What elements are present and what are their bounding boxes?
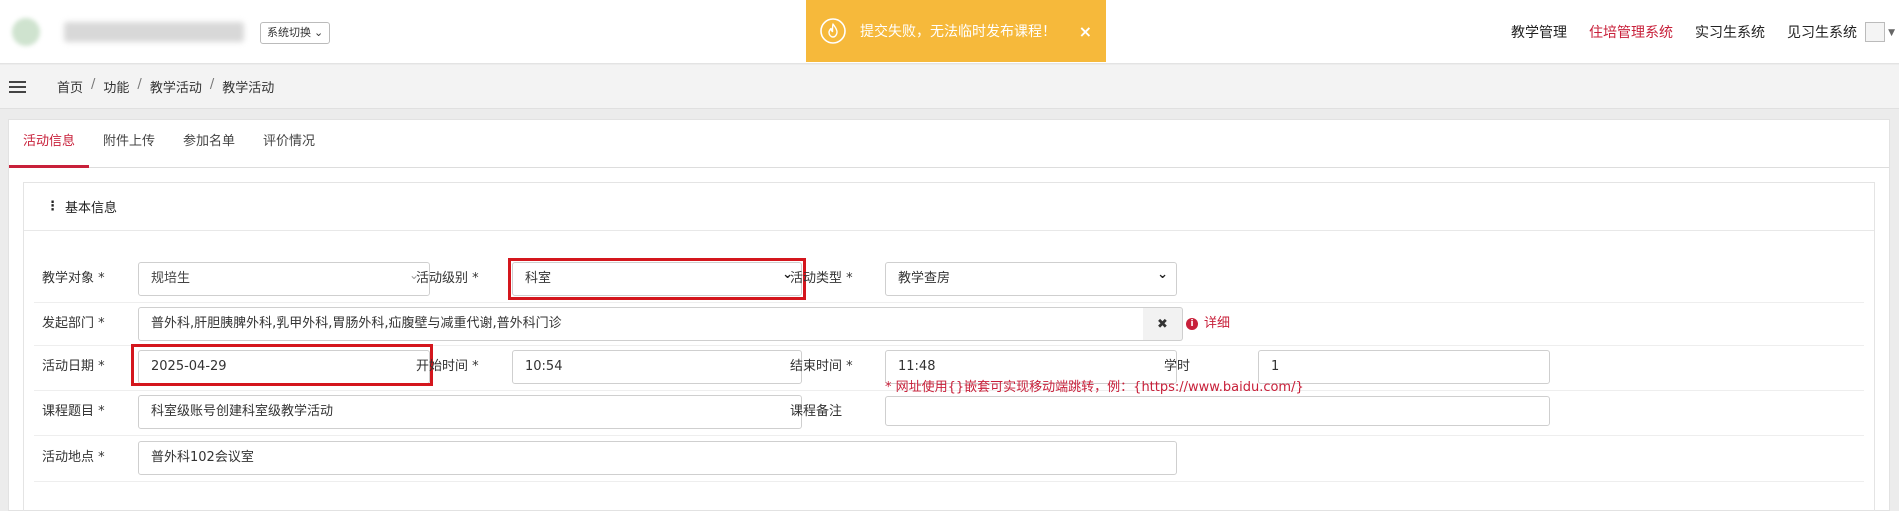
- logo-icon: [12, 18, 40, 46]
- row-divider: [34, 435, 1864, 436]
- row-divider: [34, 345, 1864, 346]
- course-note-label: 课程备注: [790, 404, 843, 419]
- top-nav: 教学管理 住培管理系统 实习生系统 见习生系统: [1511, 0, 1857, 64]
- breadcrumb-teaching-activity[interactable]: 教学活动: [150, 77, 202, 96]
- teaching-target-select[interactable]: 规培生: [138, 262, 430, 296]
- system-switch-label: 系统切换: [267, 26, 311, 39]
- main-panel: 活动信息 附件上传 参加名单 评价情况 ⋮ 基本信息 教学对象 * 规培生 活动…: [8, 119, 1890, 511]
- activity-level-label: 活动级别 *: [416, 271, 479, 286]
- tab-attachment-upload[interactable]: 附件上传: [89, 120, 169, 168]
- activity-date-field[interactable]: 2025-04-29: [138, 350, 430, 384]
- department-field[interactable]: 普外科,肝胆胰脾外科,乳甲外科,胃肠外科,疝腹壁与减重代谢,普外科门诊: [138, 307, 1144, 341]
- nav-residency-system[interactable]: 住培管理系统: [1589, 22, 1673, 42]
- breadcrumb-separator: /: [209, 77, 215, 92]
- activity-level-select[interactable]: 科室: [512, 262, 802, 296]
- tab-activity-info[interactable]: 活动信息: [9, 120, 90, 168]
- activity-date-label: 活动日期 *: [42, 359, 105, 374]
- end-time-label: 结束时间 *: [790, 359, 853, 374]
- tab-evaluation[interactable]: 评价情况: [249, 120, 329, 168]
- start-time-label: 开始时间 *: [416, 359, 479, 374]
- section-title: 基本信息: [65, 201, 118, 216]
- location-label: 活动地点 *: [42, 450, 105, 465]
- info-circle-icon: i: [1186, 318, 1198, 330]
- vertical-dots-icon: ⋮: [46, 199, 59, 214]
- activity-type-select[interactable]: 教学查房: [885, 262, 1177, 296]
- toast-message: 提交失败，无法临时发布课程！: [860, 24, 1056, 40]
- breadcrumb-function[interactable]: 功能: [103, 77, 129, 96]
- tab-participant-list[interactable]: 参加名单: [169, 120, 249, 168]
- row-divider: [34, 481, 1864, 482]
- start-time-field[interactable]: 10:54: [512, 350, 802, 384]
- chevron-down-icon: ⌄: [314, 26, 324, 39]
- breadcrumb-home[interactable]: 首页: [57, 77, 83, 96]
- caret-down-icon[interactable]: ▼: [1888, 28, 1895, 38]
- detail-link-label: 详细: [1204, 316, 1231, 331]
- row-divider: [34, 302, 1864, 303]
- nav-teaching-management[interactable]: 教学管理: [1511, 22, 1567, 42]
- fire-icon: [820, 18, 846, 44]
- error-toast: 提交失败，无法临时发布课程！ ×: [806, 0, 1106, 62]
- user-avatar[interactable]: [1865, 22, 1885, 42]
- location-field[interactable]: 普外科102会议室: [138, 441, 1177, 475]
- breadcrumb-current: 教学活动: [222, 81, 275, 96]
- clear-department-button[interactable]: ✖: [1143, 307, 1183, 341]
- course-title-field[interactable]: 科室级账号创建科室级教学活动: [138, 395, 802, 429]
- tab-bar: 活动信息 附件上传 参加名单 评价情况: [9, 120, 1889, 168]
- basic-info-card: ⋮ 基本信息 教学对象 * 规培生 活动级别 * 科室 活动类型 * 教学查房 …: [23, 182, 1875, 511]
- nav-intern-system[interactable]: 实习生系统: [1695, 22, 1765, 42]
- teaching-target-label: 教学对象 *: [42, 271, 105, 286]
- course-note-hint: * 网址使用{}嵌套可实现移动端跳转，例：{https://www.baidu.…: [885, 380, 1304, 395]
- nav-trainee-system[interactable]: 见习生系统: [1787, 22, 1857, 42]
- breadcrumb-bar: 首页 / 功能 / 教学活动 / 教学活动: [0, 65, 1899, 109]
- department-detail-link[interactable]: i 详细: [1186, 307, 1230, 341]
- breadcrumb-separator: /: [137, 77, 142, 92]
- logo-text-blurred: [64, 22, 244, 42]
- system-switch-select[interactable]: 系统切换 ⌄: [260, 22, 331, 44]
- activity-type-label: 活动类型 *: [790, 271, 853, 286]
- section-header: ⋮ 基本信息: [24, 183, 1874, 231]
- course-title-label: 课程题目 *: [42, 404, 105, 419]
- menu-toggle-icon[interactable]: [9, 80, 26, 93]
- breadcrumb-separator: /: [91, 77, 96, 92]
- department-label: 发起部门 *: [42, 316, 105, 331]
- course-note-field[interactable]: [885, 396, 1550, 426]
- breadcrumb: 首页 / 功能 / 教学活动 / 教学活动: [57, 77, 274, 96]
- toast-close-button[interactable]: ×: [1079, 22, 1092, 41]
